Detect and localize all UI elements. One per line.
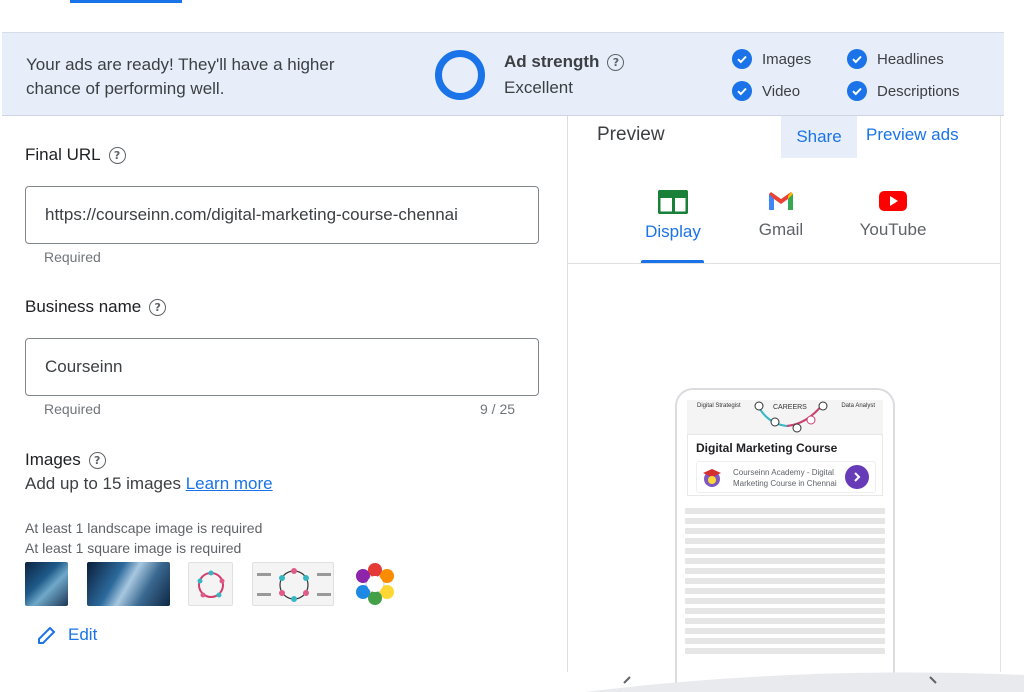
panel-edge — [1000, 116, 1001, 672]
business-name-value: Courseinn — [45, 357, 123, 376]
ad-strength-value: Excellent — [504, 78, 573, 97]
help-icon[interactable]: ? — [108, 146, 126, 164]
final-url-label: Final URL ? — [25, 145, 126, 165]
tab-gmail-label: Gmail — [758, 220, 804, 239]
banner-right-text: Data Analyst — [841, 403, 875, 409]
check-circle-icon — [732, 49, 752, 69]
placeholder-content-lines — [685, 508, 885, 658]
tab-gmail[interactable]: Gmail — [736, 190, 826, 240]
help-icon[interactable]: ? — [149, 298, 167, 316]
careers-diagram-icon — [754, 401, 828, 433]
check-video-label: Video — [762, 82, 801, 100]
images-subtext-text: Add up to 15 images — [25, 474, 181, 493]
check-circle-icon — [847, 49, 867, 69]
final-url-input[interactable]: https://courseinn.com/digital-marketing-… — [25, 186, 539, 244]
business-name-input[interactable]: Courseinn — [25, 338, 539, 396]
business-name-helper: Required — [44, 401, 101, 417]
top-link-underline — [70, 0, 182, 3]
tab-youtube[interactable]: YouTube — [848, 190, 938, 240]
check-circle-icon — [847, 81, 867, 101]
preview-title: Preview — [597, 124, 665, 145]
business-name-label-text: Business name — [25, 297, 142, 316]
image-thumbnail[interactable] — [25, 562, 68, 606]
images-label-text: Images — [25, 450, 81, 469]
image-thumbnail[interactable] — [352, 562, 398, 606]
share-button[interactable]: Share — [781, 116, 857, 158]
image-thumbnail[interactable] — [252, 562, 334, 606]
ad-strength-label: Ad strength ? — [504, 52, 625, 72]
page-curl-decoration — [583, 672, 1024, 692]
landscape-requirement: At least 1 landscape image is required — [25, 520, 263, 536]
check-images: Images — [732, 49, 811, 69]
banner-left-text: Digital Strategist — [697, 403, 741, 409]
ad-strength-banner: Your ads are ready! They'll have a highe… — [2, 32, 1004, 116]
check-video: Video — [732, 81, 800, 101]
graduation-cap-icon — [703, 469, 721, 487]
preview-ads-button[interactable]: Preview ads — [866, 125, 959, 145]
ad-arrow-button[interactable] — [845, 465, 869, 489]
business-name-char-count: 9 / 25 — [480, 401, 516, 417]
ad-business-row: Courseinn Academy - Digital Marketing Co… — [696, 461, 876, 493]
final-url-helper: Required — [44, 249, 101, 265]
business-name-label: Business name ? — [25, 297, 167, 317]
youtube-icon — [879, 191, 907, 211]
ad-description: Courseinn Academy - Digital Marketing Co… — [733, 468, 837, 488]
ad-image-banner: Digital Strategist CAREERS Data Analyst — [687, 400, 883, 434]
ad-title: Digital Marketing Course — [696, 441, 838, 455]
tab-display[interactable]: Display — [628, 190, 718, 242]
check-descriptions-label: Descriptions — [877, 82, 960, 100]
check-images-label: Images — [762, 50, 812, 68]
square-requirement: At least 1 square image is required — [25, 540, 242, 556]
help-icon[interactable]: ? — [88, 451, 106, 469]
pencil-icon — [38, 627, 55, 644]
learn-more-link[interactable]: Learn more — [186, 474, 273, 493]
ad-strength-ring-icon — [435, 50, 485, 100]
edit-images-button[interactable]: Edit — [36, 624, 97, 646]
panel-divider — [567, 116, 568, 672]
tabs-divider — [568, 263, 1000, 264]
check-circle-icon — [732, 81, 752, 101]
check-headlines: Headlines — [847, 49, 944, 69]
chevron-right-icon — [854, 472, 861, 482]
images-subtext: Add up to 15 images Learn more — [25, 474, 273, 494]
check-headlines-label: Headlines — [877, 50, 944, 68]
check-descriptions: Descriptions — [847, 81, 960, 101]
gmail-icon — [769, 192, 793, 210]
display-icon — [658, 190, 688, 214]
ad-strength-label-text: Ad strength — [504, 52, 600, 71]
ad-card[interactable]: Digital Marketing Course Courseinn Acade… — [687, 434, 883, 496]
tab-youtube-label: YouTube — [859, 220, 927, 239]
image-thumbnail[interactable] — [188, 562, 233, 606]
banner-message: Your ads are ready! They'll have a highe… — [26, 55, 335, 98]
help-icon[interactable]: ? — [607, 53, 625, 71]
final-url-label-text: Final URL — [25, 145, 101, 164]
images-label: Images ? — [25, 450, 106, 470]
tab-display-label: Display — [645, 222, 701, 241]
edit-label: Edit — [68, 625, 98, 644]
image-thumbnail[interactable] — [87, 562, 170, 606]
phone-preview: Digital Strategist CAREERS Data Analyst … — [675, 388, 895, 688]
final-url-value: https://courseinn.com/digital-marketing-… — [45, 205, 458, 224]
